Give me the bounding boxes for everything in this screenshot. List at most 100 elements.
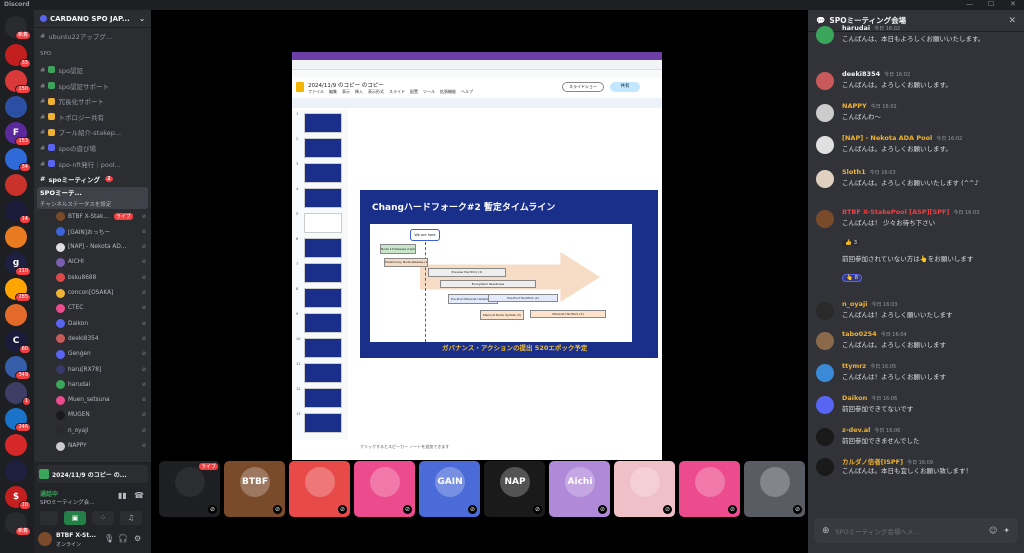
server-icon[interactable] (5, 96, 27, 118)
server-icon[interactable] (5, 226, 27, 248)
voice-member[interactable]: bsku8688 ⊘ (34, 270, 151, 285)
slide-thumbnail[interactable]: 9 (296, 312, 344, 334)
participant-tile[interactable]: NAP ⊘ (484, 461, 545, 517)
voice-member[interactable]: haru[RX78] ⊘ (34, 362, 151, 377)
voice-member[interactable]: n_oyaji ⊘ (34, 423, 151, 438)
menu-item[interactable]: 表示 (342, 89, 350, 95)
disconnect-icon[interactable]: ☎ (134, 491, 144, 500)
menu-item[interactable]: 表示形式 (368, 89, 384, 95)
slideshow-button[interactable]: スライドショー (562, 82, 604, 92)
mic-icon[interactable]: 🎙 (104, 534, 114, 543)
slide-thumbnail[interactable]: 2 (296, 137, 344, 159)
channel-pinned[interactable]: # ubuntu22アップグ... (34, 28, 151, 44)
voice-member[interactable]: Muen_setsuna ⊘ (34, 393, 151, 408)
stream-preview-bar[interactable]: 2024/11/9 のコピー の... (37, 465, 148, 483)
voice-channel-active[interactable]: SPOミーテ... チャンネルステータスを設定 (37, 186, 148, 209)
server-icon[interactable]: 新着 (5, 512, 31, 536)
server-icon[interactable] (5, 460, 27, 482)
menu-item[interactable]: 編集 (329, 89, 337, 95)
author-name[interactable]: Daikon 今日 16:06 (842, 394, 897, 402)
voice-member[interactable]: harudai ⊘ (34, 377, 151, 392)
avatar[interactable] (816, 302, 834, 320)
soundboard-button[interactable]: ♫ (120, 511, 142, 525)
menu-item[interactable]: 配置 (410, 89, 418, 95)
slide-thumbnail[interactable]: 7 (296, 262, 344, 284)
menu-item[interactable]: ツール (423, 89, 435, 95)
connected-channel[interactable]: SPOミーティング会... (40, 498, 95, 506)
slide-thumbnail[interactable]: 8 (296, 287, 344, 309)
voice-member[interactable]: Gengen ⊘ (34, 347, 151, 362)
slide-thumbnail[interactable]: 12 (296, 387, 344, 409)
slide-thumbnail[interactable]: 13 (296, 412, 344, 434)
menu-item[interactable]: 挿入 (355, 89, 363, 95)
doc-title[interactable]: 2024/11/9 のコピー のコピー (308, 81, 384, 89)
server-icon[interactable]: $10 (5, 486, 31, 510)
voice-member[interactable]: NAPPY ⊘ (34, 438, 151, 453)
channel-item[interactable]: # 冗長化サポート (34, 93, 151, 109)
minimize-button[interactable]: — (966, 0, 973, 8)
waveform-icon[interactable]: ▮▮ (118, 491, 127, 500)
menu-item[interactable]: 拡張機能 (440, 89, 456, 95)
voice-member[interactable]: AICHI ⊘ (34, 255, 151, 270)
participant-tile[interactable]: Aichi ⊘ (549, 461, 610, 517)
avatar[interactable] (38, 532, 52, 546)
channel-item[interactable]: # spoの遊び場 (34, 140, 151, 156)
voice-member[interactable]: Daikon ⊘ (34, 316, 151, 331)
add-icon[interactable]: ⊕ (822, 526, 830, 536)
close-window-button[interactable]: ✕ (1010, 0, 1016, 8)
voice-member[interactable]: MUGEN ⊘ (34, 408, 151, 423)
message-composer[interactable]: ⊕ SPOミーティング会場へメ... ☺ ✦ (814, 518, 1018, 543)
avatar[interactable] (816, 332, 834, 350)
channel-item[interactable]: # spo認証サポート (34, 78, 151, 94)
participant-tile[interactable]: ⊘ (354, 461, 415, 517)
server-icon[interactable]: 246 (5, 408, 31, 432)
gear-icon[interactable]: ⚙ (134, 534, 141, 543)
server-icon[interactable] (5, 434, 27, 456)
participant-tile[interactable]: ⊘ (744, 461, 805, 517)
voice-member[interactable]: CTEC ⊘ (34, 301, 151, 316)
participant-tile[interactable]: BTBF ⊘ (224, 461, 285, 517)
reaction-thumbs[interactable]: 👍 3 (842, 240, 861, 246)
channel-item[interactable]: # spo認証 (34, 62, 151, 78)
participant-tile[interactable]: ⊘ (614, 461, 675, 517)
avatar[interactable] (816, 170, 834, 188)
avatar[interactable] (816, 104, 834, 122)
menu-item[interactable]: スライド (389, 89, 405, 95)
channel-item[interactable]: # トポロジー共有 (34, 109, 151, 125)
server-icon[interactable]: C 60 (5, 330, 31, 354)
voice-member[interactable]: concon[OSAKA] ⊘ (34, 285, 151, 300)
slide-thumbnail[interactable]: 1 (296, 112, 344, 134)
guild-header[interactable]: CARDANO SPO JAP... ⌄ (34, 10, 151, 28)
shared-screen[interactable]: 2024/11/9 のコピー のコピー ファイル 編集 表示 挿入 表示形式 スライド 配置… (292, 52, 662, 460)
server-icon[interactable]: 14 (5, 200, 31, 224)
menu-item[interactable]: ヘルプ (461, 89, 473, 95)
author-name[interactable]: カルダノ信者[ISPF] 今日 16:09 (842, 456, 933, 466)
server-icon[interactable]: 新着 (5, 16, 31, 40)
author-name[interactable]: harudai 今日 16:02 (842, 24, 900, 32)
server-icon[interactable]: 34 (5, 148, 31, 172)
participant-tile[interactable]: ⊘ (679, 461, 740, 517)
slide-canvas[interactable]: Changハードフォーク#2 暫定タイムライン We are here Node… (360, 190, 658, 358)
slide-thumbnail[interactable]: 11 (296, 362, 344, 384)
close-icon[interactable]: ✕ (1008, 16, 1016, 26)
author-name[interactable]: deeki8354 今日 16:02 (842, 70, 910, 78)
server-icon[interactable] (5, 304, 27, 326)
author-name[interactable]: tabo0254 今日 16:04 (842, 330, 907, 338)
share-button[interactable]: 共有 (610, 82, 640, 92)
maximize-button[interactable]: ☐ (988, 0, 994, 8)
channel-item[interactable]: # spo-nft発行｜pool... (34, 156, 151, 172)
speaker-notes[interactable]: クリックするとスピーカー ノートを追加できます (360, 444, 449, 450)
camera-button[interactable] (40, 511, 58, 525)
slide-thumbnail[interactable]: 10 (296, 337, 344, 359)
server-icon[interactable]: g 110 (5, 252, 31, 276)
slide-thumbnail[interactable]: 4 (296, 187, 344, 209)
voice-member[interactable]: deeki8354 ⊘ (34, 331, 151, 346)
emoji-icon[interactable]: ☺ (989, 526, 997, 535)
author-name[interactable]: n_oyaji 今日 16:03 (842, 300, 897, 308)
author-name[interactable]: BTBF X-StakePool [ASP][SPF] 今日 16:03 (842, 208, 979, 216)
participant-tile[interactable]: GAIN ⊘ (419, 461, 480, 517)
channel-item[interactable]: # プール紹介-stakep... (34, 125, 151, 141)
server-icon[interactable]: 1 (5, 382, 31, 406)
voice-member[interactable]: [NAP] - Nekota AD... ⊘ (34, 240, 151, 255)
category-spo[interactable]: SPO (34, 47, 151, 63)
